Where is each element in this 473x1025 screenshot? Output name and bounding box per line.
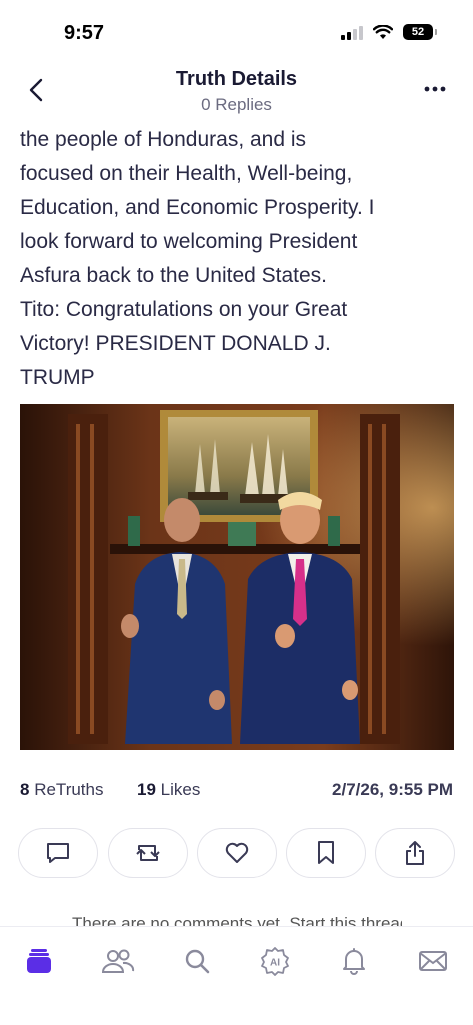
tab-groups[interactable] — [98, 941, 138, 981]
ai-badge-icon: AI — [261, 947, 289, 976]
cellular-signal-icon — [341, 24, 363, 40]
likes-stat[interactable]: 19 Likes — [137, 780, 200, 800]
status-bar: 9:57 52 — [0, 0, 473, 62]
ellipsis-icon — [424, 86, 446, 92]
retruths-stat[interactable]: 8 ReTruths — [20, 780, 103, 800]
bell-icon — [343, 948, 365, 975]
post-stats: 8 ReTruths 19 Likes 2/7/26, 9:55 PM — [20, 780, 453, 804]
status-time: 9:57 — [64, 22, 105, 44]
post-line: look forward to welcoming President — [20, 230, 358, 253]
svg-text:AI: AI — [270, 958, 280, 969]
retruths-label: ReTruths — [34, 780, 104, 799]
post-timestamp: 2/7/26, 9:55 PM — [332, 780, 453, 799]
battery-level: 52 — [411, 26, 425, 38]
groups-icon — [101, 949, 135, 973]
post-line: the people of Honduras, and is — [20, 128, 307, 151]
share-icon — [406, 841, 424, 865]
more-options-button[interactable] — [417, 74, 453, 104]
tab-messages[interactable] — [413, 941, 453, 981]
post-line: Asfura back to the United States. — [20, 264, 328, 287]
share-button[interactable] — [375, 828, 455, 878]
post-body-text: the people of Honduras, and is focused o… — [20, 123, 458, 395]
mail-icon — [419, 951, 447, 971]
post-line: focused on their Health, Well-being, — [20, 162, 353, 185]
likes-label: Likes — [160, 780, 201, 799]
tab-home[interactable] — [19, 941, 59, 981]
wifi-icon — [373, 24, 393, 39]
repost-icon — [136, 845, 160, 861]
tab-notifications[interactable] — [334, 941, 374, 981]
post-image[interactable] — [20, 404, 454, 750]
post-photo — [20, 404, 454, 750]
post-line: TRUMP — [20, 366, 95, 389]
nav-header: Truth Details 0 Replies — [0, 62, 473, 120]
bookmark-button[interactable] — [286, 828, 366, 878]
comment-icon — [47, 843, 69, 863]
heart-icon — [225, 842, 249, 863]
like-button[interactable] — [197, 828, 277, 878]
likes-count: 19 — [137, 780, 156, 799]
retruth-button[interactable] — [108, 828, 188, 878]
post-actions — [18, 828, 455, 878]
post-line: Tito: Congratulations on your Great — [20, 298, 348, 321]
reply-button[interactable] — [18, 828, 98, 878]
bottom-tab-bar: AI — [0, 926, 473, 1025]
page-title: Truth Details — [175, 68, 298, 90]
search-icon — [185, 949, 210, 974]
post-line: Education, and Economic Prosperity. I — [20, 196, 375, 219]
retruths-count: 8 — [20, 780, 30, 799]
tab-ai[interactable]: AI — [255, 941, 295, 981]
battery-icon: 52 — [403, 24, 437, 40]
status-icons: 52 — [341, 24, 437, 40]
bookmark-icon — [318, 841, 334, 864]
replies-count: 0 Replies — [201, 95, 272, 114]
home-feed-icon — [27, 949, 51, 973]
post-line: Victory! PRESIDENT DONALD J. — [20, 332, 331, 355]
tab-search[interactable] — [177, 941, 217, 981]
